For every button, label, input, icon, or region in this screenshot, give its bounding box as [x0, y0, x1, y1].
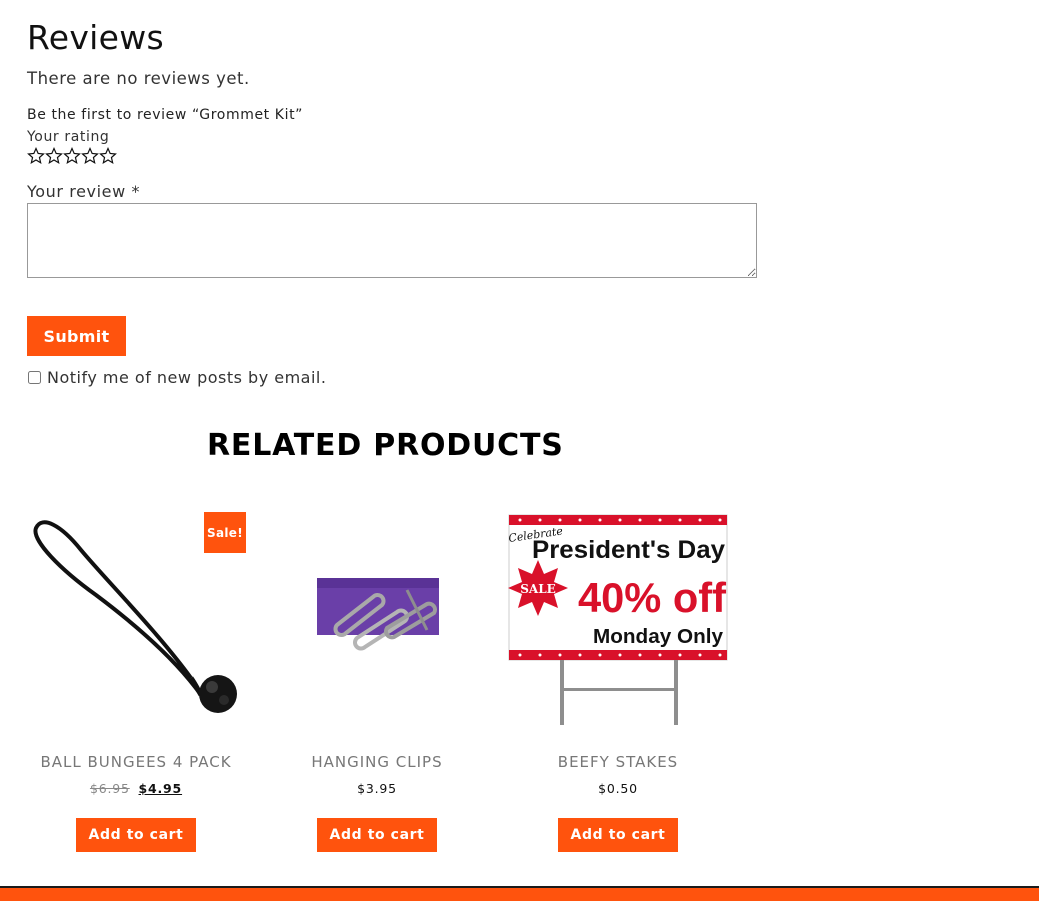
footer-bar	[0, 886, 1039, 901]
product-title[interactable]: BEEFY STAKES	[508, 753, 728, 771]
product-price: $3.95	[357, 781, 397, 796]
sign-subline: Monday Only	[593, 626, 724, 648]
product-title[interactable]: HANGING CLIPS	[267, 753, 487, 771]
first-review-prompt: Be the first to review “Grommet Kit”	[27, 107, 304, 123]
hanging-clips-icon	[317, 578, 439, 651]
star-rating[interactable]	[27, 147, 117, 165]
product-price: $6.95 $4.95	[26, 781, 246, 796]
sale-badge: Sale!	[204, 512, 246, 553]
no-reviews-text: There are no reviews yet.	[27, 69, 250, 88]
product-title[interactable]: BALL BUNGEES 4 PACK	[26, 753, 246, 771]
star-icon-2[interactable]	[45, 147, 63, 165]
add-to-cart-button[interactable]: Add to cart	[76, 818, 196, 852]
notify-option: Notify me of new posts by email.	[27, 368, 326, 387]
notify-checkbox[interactable]	[28, 371, 41, 384]
star-icon-4[interactable]	[81, 147, 99, 165]
star-icon-3[interactable]	[63, 147, 81, 165]
notify-label: Notify me of new posts by email.	[47, 368, 327, 387]
add-to-cart-button[interactable]: Add to cart	[317, 818, 437, 852]
star-icon-5[interactable]	[99, 147, 117, 165]
star-icon-1[interactable]	[27, 147, 45, 165]
hanging-clips-image[interactable]	[267, 510, 487, 730]
review-textarea[interactable]	[27, 203, 757, 278]
sign-discount: 40% off	[578, 574, 727, 621]
presidents-day-sign-icon: Celebrate President's Day SALE 40% off M…	[508, 514, 728, 725]
original-price: $6.95	[89, 781, 130, 796]
sale-price: $4.95	[138, 781, 183, 796]
add-to-cart-button[interactable]: Add to cart	[558, 818, 678, 852]
rating-label: Your rating	[27, 129, 110, 145]
related-products-heading: RELATED PRODUCTS	[207, 428, 564, 463]
review-label: Your review *	[27, 182, 141, 201]
submit-review-button[interactable]: Submit	[27, 316, 126, 356]
reviews-heading: Reviews	[27, 18, 165, 57]
sign-burst-text: SALE	[520, 582, 556, 596]
product-price: $0.50	[598, 781, 638, 796]
sign-headline: President's Day	[532, 536, 725, 564]
presidents-day-sign-image[interactable]: Celebrate President's Day SALE 40% off M…	[508, 510, 728, 730]
